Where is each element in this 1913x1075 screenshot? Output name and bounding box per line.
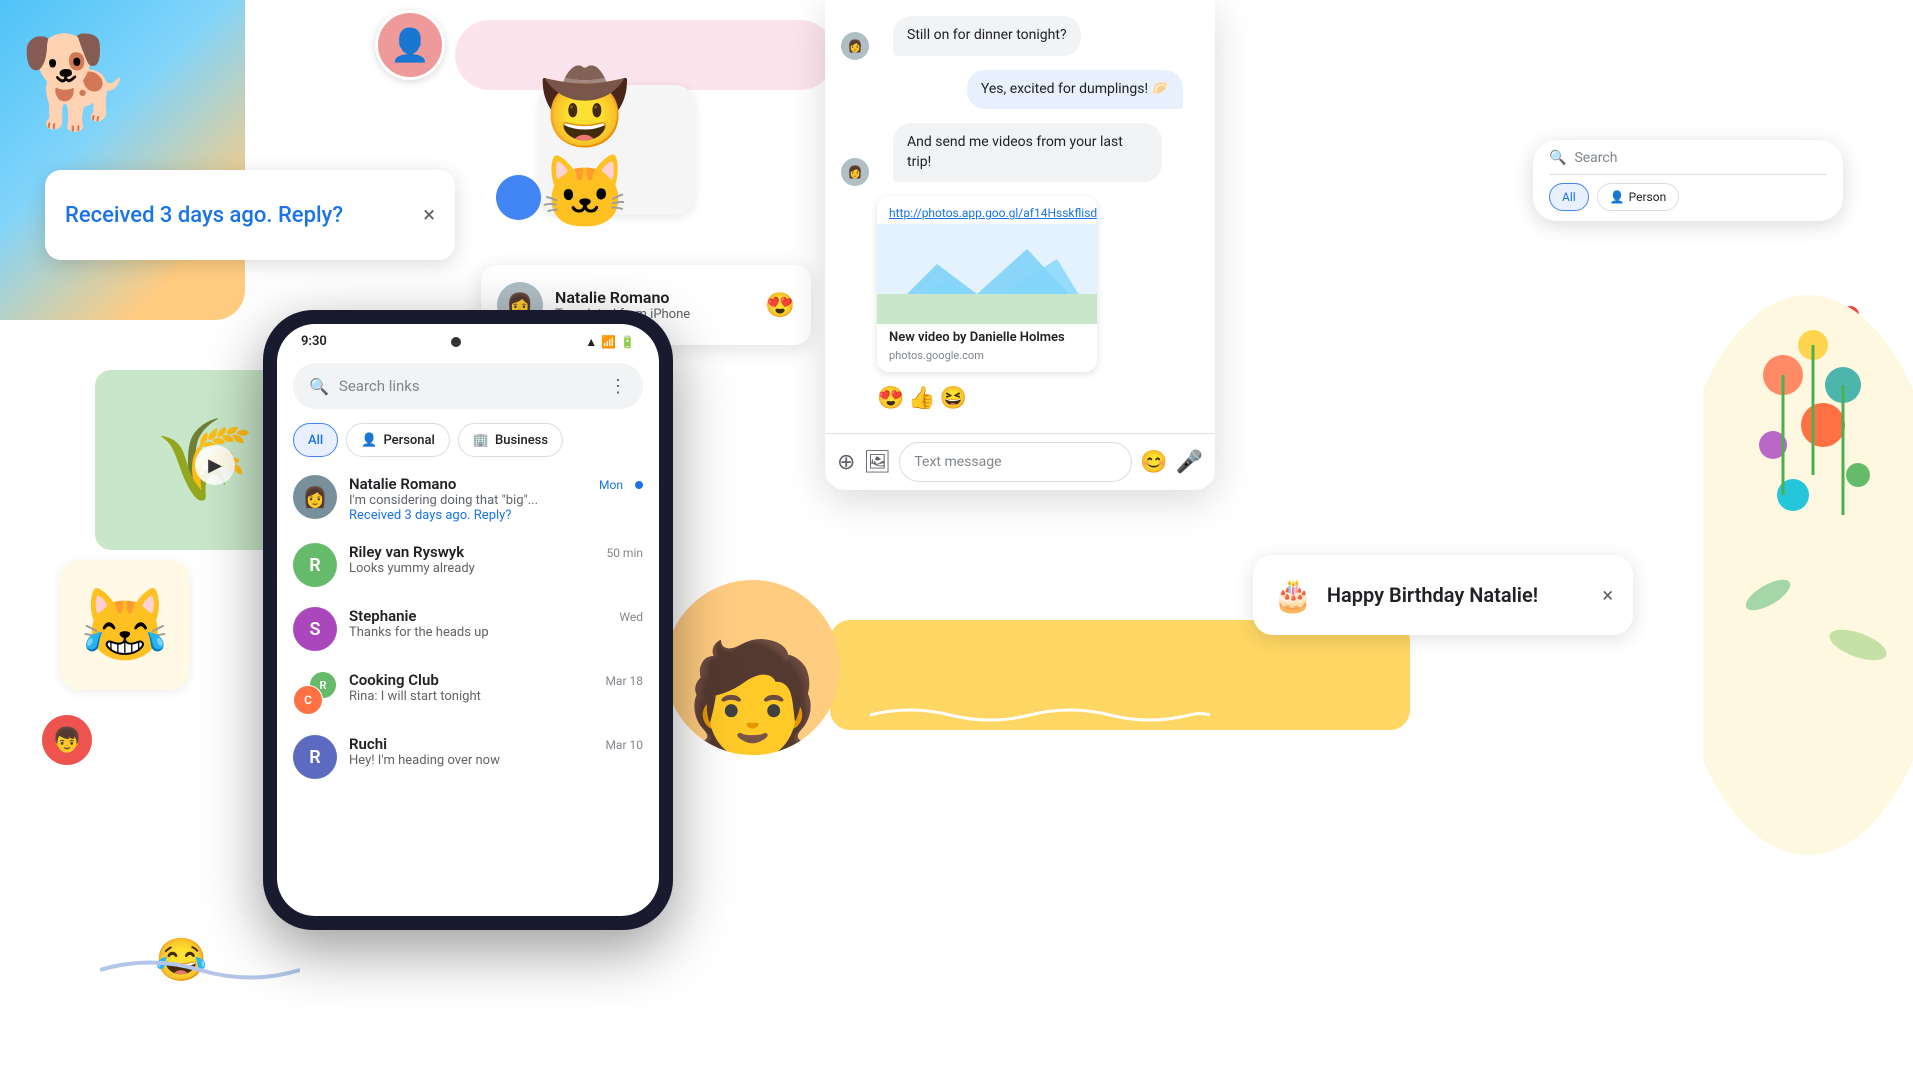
add-icon[interactable]: ⊕ [837, 450, 855, 475]
unread-indicator [635, 481, 643, 489]
filter-all[interactable]: All [293, 423, 338, 457]
phone-screen: 9:30 ▲ 📶 🔋 🔍 Search links ⋮ All 👤 Person… [277, 324, 659, 916]
conversation-ruchi[interactable]: R Ruchi Mar 10 Hey! I'm heading over now [277, 725, 659, 789]
search-text: Search [1574, 150, 1617, 166]
conv-avatar-riley: R [293, 543, 337, 587]
link-domain: photos.google.com [877, 347, 1097, 372]
conv-content-stephanie: Stephanie Wed Thanks for the heads up [349, 607, 643, 640]
birthday-notification: 🎂 Happy Birthday Natalie! × [1253, 555, 1633, 635]
conv-avatar-natalie: 👩 [293, 475, 337, 519]
bg-illustration-top-left: 🐕 [0, 0, 245, 320]
conversation-natalie[interactable]: 👩 Natalie Romano Mon I'm considering doi… [277, 465, 659, 533]
message-input-bar: ⊕ 🖼 Text message 😊 🎤 [825, 433, 1215, 490]
conv-preview: Looks yummy already [349, 561, 643, 576]
search-icon: 🔍 [309, 377, 329, 396]
search-input-row[interactable]: 🔍 Search [1549, 150, 1827, 175]
birthday-text: Happy Birthday Natalie! [1327, 583, 1588, 607]
search-chips-panel: 🔍 Search All 👤 Person [1533, 140, 1843, 221]
status-icons: ▲ 📶 🔋 [585, 335, 635, 349]
conv-avatar-group: R C [293, 671, 337, 715]
natalie-name: Natalie Romano [555, 288, 753, 307]
filter-row: All 👤 Personal 🏢 Business [277, 417, 659, 465]
link-image [877, 224, 1097, 324]
conv-avatar-stephanie: S [293, 607, 337, 651]
search-placeholder: Search links [339, 377, 599, 395]
msg-row-received-2: 👩 And send me videos from your last trip… [825, 119, 1215, 186]
conv-preview: I'm considering doing that "big"... [349, 493, 623, 508]
search-icon-chips: 🔍 [1549, 150, 1566, 166]
message-area: 👩 Still on for dinner tonight? Yes, exci… [825, 0, 1215, 433]
chips-row: All 👤 Person [1549, 175, 1827, 211]
filter-personal[interactable]: 👤 Personal [346, 423, 450, 457]
conv-time: Wed [619, 610, 643, 624]
conv-content-ruchi: Ruchi Mar 10 Hey! I'm heading over now [349, 735, 643, 768]
dog-illustration: 🐕 [20, 30, 132, 135]
search-bar[interactable]: 🔍 Search links ⋮ [293, 363, 643, 409]
conversation-cooking-club[interactable]: R C Cooking Club Mar 18 Rina: I will sta… [277, 661, 659, 725]
wave-decoration [100, 950, 300, 990]
media-icon[interactable]: 🖼 [863, 450, 891, 475]
conv-time: Mon [599, 478, 623, 492]
msg-row-received-1: 👩 Still on for dinner tonight? [825, 12, 1215, 60]
input-placeholder: Text message [914, 454, 1001, 470]
received-bubble-text: Received 3 days ago. Reply? [65, 203, 343, 228]
phone-mockup: 9:30 ▲ 📶 🔋 🔍 Search links ⋮ All 👤 Person… [263, 310, 673, 930]
conv-time: Mar 18 [605, 674, 643, 688]
natalie-reaction-emoji: 😍 [765, 291, 795, 319]
emoji-icon[interactable]: 😊 [1140, 450, 1167, 475]
status-time: 9:30 [301, 334, 327, 349]
small-avatar-bottom: 👦 [42, 715, 92, 765]
mic-icon[interactable]: 🎤 [1176, 450, 1203, 475]
conv-avatar-ruchi: R [293, 735, 337, 779]
close-icon[interactable]: × [423, 203, 435, 228]
play-button[interactable]: ▶ [195, 445, 235, 485]
conv-preview: Rina: I will start tonight [349, 689, 643, 704]
conversation-riley[interactable]: R Riley van Ryswyk 50 min Looks yummy al… [277, 533, 659, 597]
conversation-list: 👩 Natalie Romano Mon I'm considering doi… [277, 465, 659, 916]
link-url[interactable]: http://photos.app.goo.gl/af14Hsskflisd1 [877, 196, 1097, 224]
link-preview[interactable]: http://photos.app.goo.gl/af14Hsskflisd1 … [877, 196, 1097, 372]
flowers-area [1703, 295, 1913, 855]
yellow-wave [870, 700, 1210, 730]
chip-person[interactable]: 👤 Person [1597, 183, 1680, 211]
conv-name: Stephanie [349, 607, 416, 625]
person-circle: 🧑 [665, 580, 840, 755]
message-input[interactable]: Text message [899, 442, 1132, 482]
conv-preview: Hey! I'm heading over now [349, 753, 643, 768]
msg-row-sent-1: Yes, excited for dumplings! 🥟 [825, 66, 1215, 114]
link-title: New video by Danielle Holmes [877, 324, 1097, 347]
conv-name: Cooking Club [349, 671, 439, 689]
person-figure: 🧑 [684, 645, 821, 755]
conv-reply-hint: Received 3 days ago. Reply? [349, 508, 623, 523]
camera-dot [451, 337, 461, 347]
blue-dot-decoration [496, 175, 541, 220]
conversation-stephanie[interactable]: S Stephanie Wed Thanks for the heads up [277, 597, 659, 661]
received-bubble: Received 3 days ago. Reply? × [45, 170, 455, 260]
avatar-top: 👤 [375, 10, 445, 80]
filter-business[interactable]: 🏢 Business [458, 423, 563, 457]
messages-panel: 👩 Still on for dinner tonight? Yes, exci… [825, 0, 1215, 490]
conv-name: Natalie Romano [349, 475, 456, 493]
conv-name: Riley van Ryswyk [349, 543, 464, 561]
cat-sticker-panel: 😹 [60, 560, 190, 690]
conv-name: Ruchi [349, 735, 387, 753]
msg-sender-avatar-2: 👩 [841, 158, 869, 186]
conv-time: 50 min [606, 546, 643, 560]
msg-bubble-sent-1: Yes, excited for dumplings! 🥟 [967, 70, 1183, 110]
conv-time: Mar 10 [605, 738, 643, 752]
cat-cowboy-sticker: 🤠🐱 [540, 85, 695, 215]
close-icon[interactable]: × [1602, 583, 1613, 607]
emoji-reactions: 😍 👍 😆 [825, 382, 1215, 415]
chip-all[interactable]: All [1549, 183, 1589, 211]
msg-bubble-received-2: And send me videos from your last trip! [893, 123, 1162, 182]
conv-preview: Thanks for the heads up [349, 625, 643, 640]
conv-content-natalie: Natalie Romano Mon I'm considering doing… [349, 475, 623, 523]
msg-sender-avatar: 👩 [841, 32, 869, 60]
msg-bubble-received-1: Still on for dinner tonight? [893, 16, 1081, 56]
conv-content-cooking-club: Cooking Club Mar 18 Rina: I will start t… [349, 671, 643, 704]
conv-content-riley: Riley van Ryswyk 50 min Looks yummy alre… [349, 543, 643, 576]
status-bar: 9:30 ▲ 📶 🔋 [277, 324, 659, 355]
more-options-icon[interactable]: ⋮ [609, 376, 627, 397]
birthday-emoji: 🎂 [1273, 576, 1313, 614]
